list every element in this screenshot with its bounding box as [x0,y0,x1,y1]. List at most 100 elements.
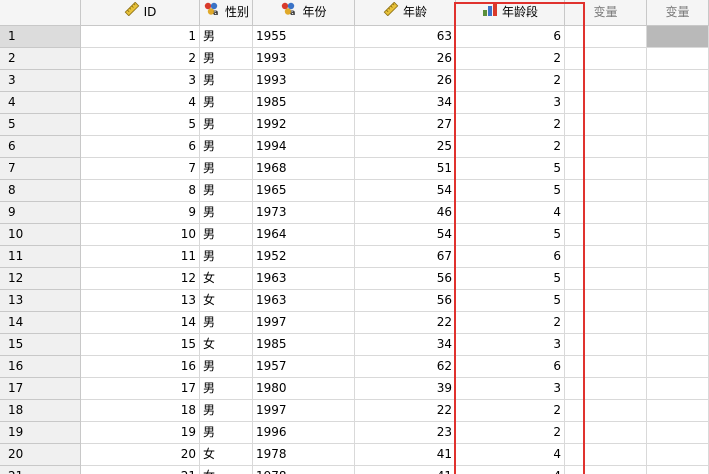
empty-cell[interactable] [647,378,709,400]
cell-sex[interactable]: 男 [200,422,253,444]
cell-age-group[interactable]: 3 [456,334,565,356]
empty-cell[interactable] [647,444,709,466]
cell-age[interactable]: 62 [355,356,456,378]
cell-id[interactable]: 9 [81,202,200,224]
cell-age[interactable]: 26 [355,48,456,70]
cell-year[interactable]: 1963 [253,290,355,312]
row-header[interactable]: 5 [0,114,81,136]
cell-age-group[interactable]: 2 [456,70,565,92]
cell-age[interactable]: 34 [355,334,456,356]
empty-cell[interactable] [565,158,647,180]
row-header[interactable]: 14 [0,312,81,334]
cell-id[interactable]: 3 [81,70,200,92]
cell-id[interactable]: 5 [81,114,200,136]
cell-age[interactable]: 34 [355,92,456,114]
empty-cell[interactable] [647,400,709,422]
cell-age[interactable]: 39 [355,378,456,400]
empty-cell[interactable] [565,356,647,378]
cell-age-group[interactable]: 3 [456,92,565,114]
cell-id[interactable]: 21 [81,466,200,474]
cell-id[interactable]: 17 [81,378,200,400]
cell-id[interactable]: 11 [81,246,200,268]
empty-cell[interactable] [647,92,709,114]
cell-year[interactable]: 1965 [253,180,355,202]
empty-cell[interactable] [565,268,647,290]
cell-sex[interactable]: 男 [200,356,253,378]
cell-sex[interactable]: 男 [200,92,253,114]
empty-cell[interactable] [565,334,647,356]
column-header-var-4[interactable]: 年龄段 [456,0,565,26]
cell-sex[interactable]: 女 [200,290,253,312]
empty-cell[interactable] [565,136,647,158]
cell-age-group[interactable]: 6 [456,356,565,378]
row-header[interactable]: 10 [0,224,81,246]
cell-age-group[interactable]: 2 [456,312,565,334]
empty-cell[interactable] [565,26,647,48]
cell-year[interactable]: 1993 [253,48,355,70]
empty-cell[interactable] [647,158,709,180]
cell-year[interactable]: 1955 [253,26,355,48]
empty-cell[interactable] [647,422,709,444]
row-header[interactable]: 16 [0,356,81,378]
cell-age[interactable]: 67 [355,246,456,268]
cell-age[interactable]: 41 [355,444,456,466]
row-header[interactable]: 12 [0,268,81,290]
column-header-var-0[interactable]: ID [81,0,200,26]
cell-age[interactable]: 54 [355,224,456,246]
empty-cell[interactable] [647,180,709,202]
cell-age-group[interactable]: 3 [456,378,565,400]
column-header-var-1[interactable]: a 性别 [200,0,253,26]
cell-sex[interactable]: 男 [200,224,253,246]
empty-cell[interactable] [565,312,647,334]
cell-year[interactable]: 1985 [253,334,355,356]
cell-age-group[interactable]: 2 [456,422,565,444]
cell-age[interactable]: 22 [355,312,456,334]
cell-age-group[interactable]: 2 [456,400,565,422]
cell-year[interactable]: 1968 [253,158,355,180]
cell-sex[interactable]: 男 [200,378,253,400]
cell-id[interactable]: 13 [81,290,200,312]
row-header[interactable]: 13 [0,290,81,312]
cell-sex[interactable]: 男 [200,48,253,70]
cell-age-group[interactable]: 6 [456,246,565,268]
cell-age-group[interactable]: 5 [456,224,565,246]
cell-age-group[interactable]: 6 [456,26,565,48]
empty-cell[interactable] [565,422,647,444]
empty-cell[interactable] [647,334,709,356]
cell-id[interactable]: 19 [81,422,200,444]
empty-cell[interactable] [565,466,647,474]
row-header[interactable]: 17 [0,378,81,400]
cell-age[interactable]: 23 [355,422,456,444]
column-header-var-2[interactable]: a 年份 [253,0,355,26]
column-header-var-3[interactable]: 年龄 [355,0,456,26]
cell-sex[interactable]: 女 [200,268,253,290]
cell-age[interactable]: 63 [355,26,456,48]
cell-year[interactable]: 1997 [253,400,355,422]
cell-age[interactable]: 54 [355,180,456,202]
cell-id[interactable]: 2 [81,48,200,70]
cell-sex[interactable]: 男 [200,114,253,136]
cell-year[interactable]: 1964 [253,224,355,246]
cell-id[interactable]: 7 [81,158,200,180]
empty-cell[interactable] [565,70,647,92]
cell-year[interactable]: 1973 [253,202,355,224]
cell-age-group[interactable]: 4 [456,202,565,224]
empty-cell[interactable] [647,268,709,290]
empty-cell[interactable] [647,114,709,136]
empty-cell[interactable] [647,246,709,268]
empty-cell[interactable] [565,378,647,400]
empty-cell[interactable] [565,92,647,114]
empty-cell[interactable] [565,246,647,268]
active-empty-cell[interactable] [647,26,709,48]
cell-id[interactable]: 18 [81,400,200,422]
row-header[interactable]: 15 [0,334,81,356]
row-header[interactable]: 18 [0,400,81,422]
cell-id[interactable]: 16 [81,356,200,378]
cell-age[interactable]: 41 [355,466,456,474]
row-header[interactable]: 21 [0,466,81,474]
cell-age-group[interactable]: 4 [456,444,565,466]
cell-age-group[interactable]: 4 [456,466,565,474]
empty-cell[interactable] [565,444,647,466]
empty-cell[interactable] [565,180,647,202]
cell-age-group[interactable]: 2 [456,114,565,136]
